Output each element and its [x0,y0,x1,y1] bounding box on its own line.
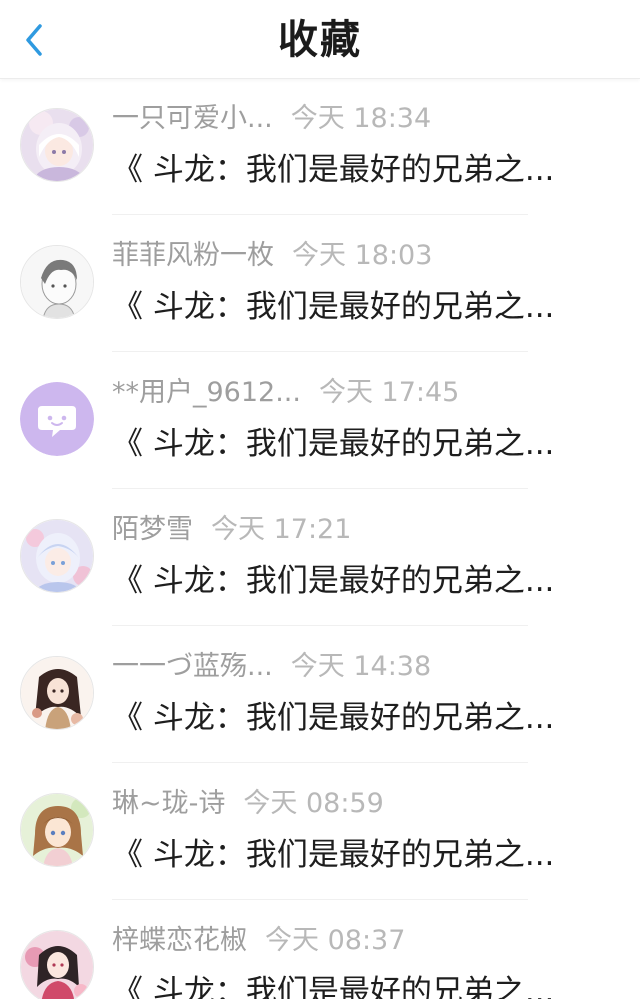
anime-girl-blue-pink-avatar [21,520,93,592]
favorites-page: 收藏 一只可爱小... 今天 18:34 《 斗龙：我们是最好的兄弟之... 菲… [0,0,640,999]
avatar[interactable] [20,108,94,182]
list-item[interactable]: 琳~珑-诗 今天 08:59 《 斗龙：我们是最好的兄弟之... [0,763,640,900]
user-name[interactable]: 琳~珑-诗 [112,785,225,823]
item-title[interactable]: 《 斗龙：我们是最好的兄弟之... [112,833,592,877]
item-meta: 一一づ蓝殇... 今天 14:38 [112,648,431,686]
user-name[interactable]: 一一づ蓝殇... [112,648,273,686]
avatar[interactable] [20,793,94,867]
item-meta: 菲菲风粉一枚 今天 18:03 [112,237,432,275]
item-meta: **用户_9612... 今天 17:45 [112,374,459,412]
chat-bubble-icon [20,382,94,456]
item-title[interactable]: 《 斗龙：我们是最好的兄弟之... [112,285,592,329]
timestamp: 今天 14:38 [290,651,432,682]
avatar[interactable] [20,656,94,730]
anime-girl-white-hair-avatar [21,109,93,181]
item-title[interactable]: 《 斗龙：我们是最好的兄弟之... [112,148,592,192]
list-item[interactable]: 一只可爱小... 今天 18:34 《 斗龙：我们是最好的兄弟之... [0,78,640,215]
avatar[interactable] [20,382,94,456]
item-title[interactable]: 《 斗龙：我们是最好的兄弟之... [112,559,592,603]
item-meta: 梓蝶恋花椒 今天 08:37 [112,922,405,960]
item-meta: 一只可爱小... 今天 18:34 [112,100,431,138]
timestamp: 今天 18:34 [290,103,432,134]
anime-girl-brown-hair-avatar [21,794,93,866]
user-name[interactable]: 菲菲风粉一枚 [112,237,274,275]
timestamp: 今天 08:59 [243,788,384,819]
avatar[interactable] [20,245,94,319]
item-title[interactable]: 《 斗龙：我们是最好的兄弟之... [112,422,592,466]
user-name[interactable]: 梓蝶恋花椒 [112,922,247,960]
item-meta: 陌梦雪 今天 17:21 [112,511,351,549]
list-item[interactable]: 菲菲风粉一枚 今天 18:03 《 斗龙：我们是最好的兄弟之... [0,215,640,352]
page-title: 收藏 [278,17,362,63]
list-item[interactable]: **用户_9612... 今天 17:45 《 斗龙：我们是最好的兄弟之... [0,352,640,489]
list-item[interactable]: 陌梦雪 今天 17:21 《 斗龙：我们是最好的兄弟之... [0,489,640,626]
timestamp: 今天 17:21 [211,514,352,545]
avatar[interactable] [20,519,94,593]
anime-girl-dark-hair-avatar [21,657,93,729]
anime-boy-sketch-avatar [21,246,93,318]
item-title[interactable]: 《 斗龙：我们是最好的兄弟之... [112,696,592,740]
timestamp: 今天 17:45 [318,377,460,408]
anime-girl-pink-red-avatar [21,931,93,999]
item-title[interactable]: 《 斗龙：我们是最好的兄弟之... [112,970,592,999]
favorites-list: 一只可爱小... 今天 18:34 《 斗龙：我们是最好的兄弟之... 菲菲风粉一… [0,78,640,999]
timestamp: 今天 18:03 [292,240,433,271]
user-name[interactable]: **用户_9612... [112,374,301,412]
user-name[interactable]: 陌梦雪 [112,511,193,549]
timestamp: 今天 08:37 [265,925,406,956]
list-item[interactable]: 一一づ蓝殇... 今天 14:38 《 斗龙：我们是最好的兄弟之... [0,626,640,763]
list-item[interactable]: 梓蝶恋花椒 今天 08:37 《 斗龙：我们是最好的兄弟之... [0,900,640,999]
user-name[interactable]: 一只可爱小... [112,100,273,138]
item-meta: 琳~珑-诗 今天 08:59 [112,785,384,823]
top-bar: 收藏 [0,0,640,79]
avatar[interactable] [20,930,94,999]
